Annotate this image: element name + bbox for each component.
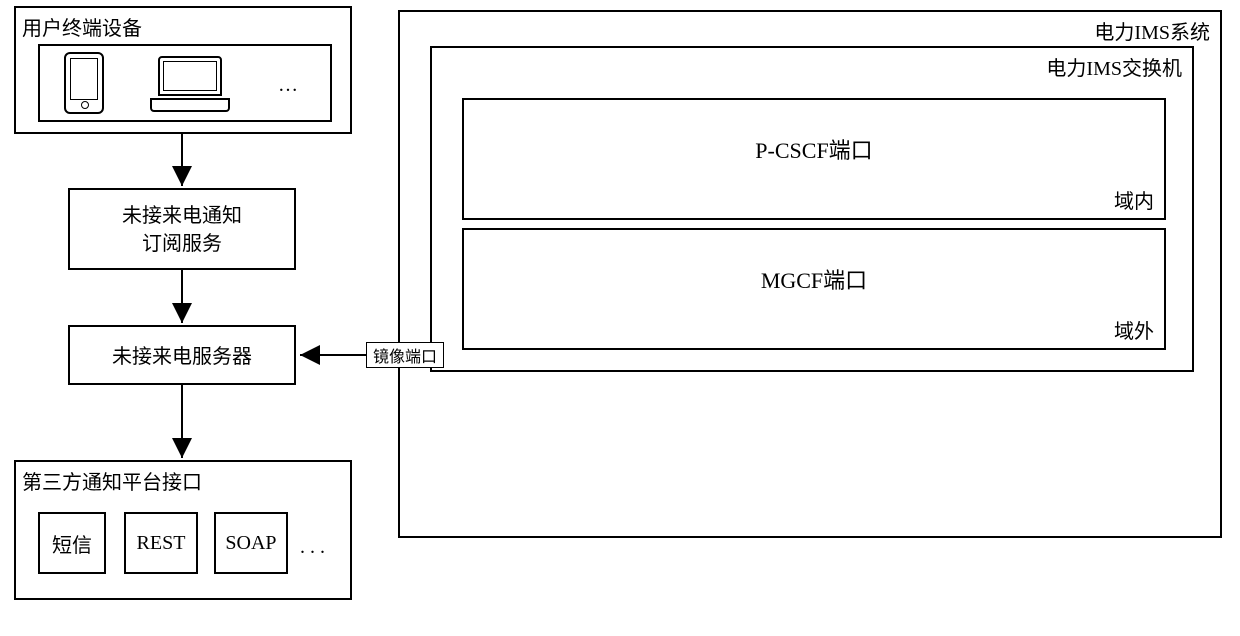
arrow-terminal-to-subscribe xyxy=(0,0,1240,636)
